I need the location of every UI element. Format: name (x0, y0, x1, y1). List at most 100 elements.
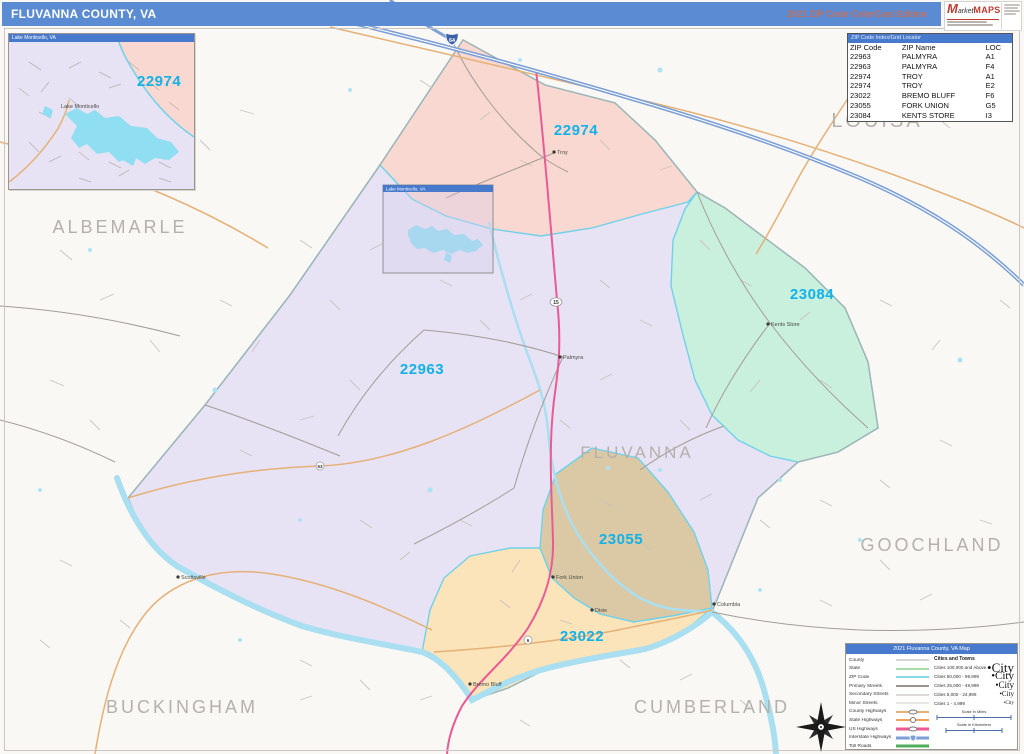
map-page: Lake Monticello, VA 6415536 TroyPalmyraK… (0, 0, 1024, 754)
town-dot (551, 575, 554, 578)
table-cell: 22974 (848, 72, 900, 82)
inset-map: Lake Monticello, VA 22974 Lake Monticell… (8, 33, 195, 190)
table-cell: TROY (900, 81, 984, 91)
scale-bar-miles: Scale in Miles (934, 710, 1014, 721)
legend-item-label: ZIP Code (849, 675, 896, 680)
zip-label-22974: 22974 (554, 122, 598, 139)
legend-sample-line (896, 745, 929, 748)
zip-table-column-header: ZIP Name (900, 43, 984, 52)
legend-sample-marker (909, 734, 916, 741)
town-dot (468, 682, 471, 685)
legend-item-label: Toll Roads (849, 744, 896, 749)
town-label-kents-store: Kents Store (771, 322, 800, 328)
town-dot (558, 355, 561, 358)
legend-item-label: County (849, 658, 896, 663)
legend-city-class-label: Cities 25,000 - 49,999 (934, 683, 979, 688)
interstate-shield-number: 64 (449, 38, 456, 44)
legend-item: County Highways (849, 708, 932, 717)
zip-index-table: ZIP Code Index/Grid Locator ZIP CodeZIP … (847, 33, 1013, 122)
table-row: 23022BREMO BLUFFF6 (848, 91, 1012, 101)
legend-sample-marker (908, 709, 917, 714)
town-label-palmyra: Palmyra (563, 355, 584, 361)
table-cell: A1 (984, 72, 1012, 82)
zip-label-23055: 23055 (599, 531, 643, 548)
town-label-dixie: Dixie (595, 608, 607, 614)
legend-item-label: Minor Streets (849, 701, 896, 706)
legend-item-sample (896, 726, 929, 732)
legend-item-sample (896, 717, 929, 723)
table-cell: BREMO BLUFF (900, 91, 984, 101)
legend-item: State (849, 665, 932, 674)
logo-wordmark: MarketMAPS (947, 3, 999, 29)
zip-table-column-header: ZIP Code (848, 43, 900, 52)
legend-item-sample (896, 743, 929, 749)
legend-city-class: Cities 25,000 - 49,999 •City (934, 681, 1014, 690)
town-dot (552, 150, 555, 153)
table-row: 22974TROYA1 (848, 72, 1012, 82)
legend-city-class-label: Cities 5,000 - 24,999 (934, 692, 976, 697)
legend-item-sample (896, 683, 929, 689)
compass-rose (795, 701, 847, 753)
legend-item: County (849, 656, 932, 665)
county-label-cumberland: CUMBERLAND (634, 697, 790, 717)
legend-sample-line (896, 676, 929, 678)
legend-title: 2021 Fluvanna County, VA Map (846, 644, 1017, 654)
table-cell: 22963 (848, 52, 900, 62)
marketmaps-logo: MarketMAPS (944, 1, 1022, 31)
legend-item: Primary Streets (849, 682, 932, 691)
legend-item: Interstate Highways (849, 733, 932, 742)
table-row: 22963PALMYRAA1 (848, 52, 1012, 62)
town-label-fork-union: Fork Union (556, 575, 583, 581)
town-dot (712, 602, 715, 605)
legend-sample-line (896, 660, 929, 661)
legend-item-sample (896, 674, 929, 680)
legend-item: ZIP Code (849, 673, 932, 682)
table-cell: PALMYRA (900, 62, 984, 72)
header-bar: FLUVANNA COUNTY, VA 2021 ZIP Code ColorC… (2, 2, 941, 26)
legend-sample-marker (908, 727, 917, 732)
legend-item: State Highways (849, 716, 932, 725)
table-cell: 23055 (848, 101, 900, 111)
map-legend: 2021 Fluvanna County, VA Map County State… (845, 643, 1018, 750)
legend-item-sample (896, 692, 929, 698)
table-row: 22974TROYE2 (848, 81, 1012, 91)
legend-line-items: County State ZIP Code Primary Streets Second… (846, 654, 932, 751)
scale-bar-km: Scale in Kilometers (934, 723, 1014, 734)
logo-m: M (947, 1, 958, 16)
inset-rect-title: Lake Monticello, VA (386, 187, 425, 192)
legend-city-classes: Cities 100,000 and Above•CityCities 50,0… (934, 663, 1014, 708)
inset-title: Lake Monticello, VA (9, 34, 194, 42)
legend-item-sample (896, 709, 929, 715)
zip-table-header-row: ZIP CodeZIP NameLOC (848, 43, 1012, 52)
legend-sample-line (896, 685, 929, 687)
legend-city-class-label: Cities 100,000 and Above (934, 665, 986, 670)
table-cell: I3 (984, 111, 1012, 121)
legend-city-class: Cities 5,000 - 24,999•City (934, 690, 1014, 699)
legend-sample-line (896, 668, 929, 670)
logo-fineprint (1001, 3, 1020, 29)
legend-sample-line (896, 694, 929, 695)
zip-table-column-header: LOC (984, 43, 1012, 52)
edition-label: 2021 ZIP Code ColorCast Edition (787, 9, 941, 19)
county-label-buckingham: BUCKINGHAM (106, 697, 258, 717)
town-label-troy: Troy (557, 150, 568, 156)
table-cell: PALMYRA (900, 52, 984, 62)
table-cell: 22974 (848, 81, 900, 91)
legend-item-label: Primary Streets (849, 684, 896, 689)
legend-item: US Highways (849, 725, 932, 734)
inset-canvas: 22974 Lake Monticello (9, 42, 194, 189)
table-cell: E2 (984, 81, 1012, 91)
table-row: 23084KENTS STOREI3 (848, 111, 1012, 121)
county-label-goochland: GOOCHLAND (860, 535, 1003, 555)
legend-item-label: State (849, 666, 896, 671)
logo-arket: arket (958, 8, 974, 15)
legend-item: Toll Roads (849, 742, 932, 751)
county-label-albemarle: ALBEMARLE (52, 217, 187, 237)
legend-city-sample: •City (995, 681, 1014, 690)
inset-source-rect: Lake Monticello, VA (383, 185, 493, 273)
legend-item-sample (896, 666, 929, 672)
page-title: FLUVANNA COUNTY, VA (2, 7, 156, 21)
table-cell: KENTS STORE (900, 111, 984, 121)
legend-item-label: County Highways (849, 709, 896, 714)
legend-item-label: Secondary Streets (849, 692, 896, 697)
